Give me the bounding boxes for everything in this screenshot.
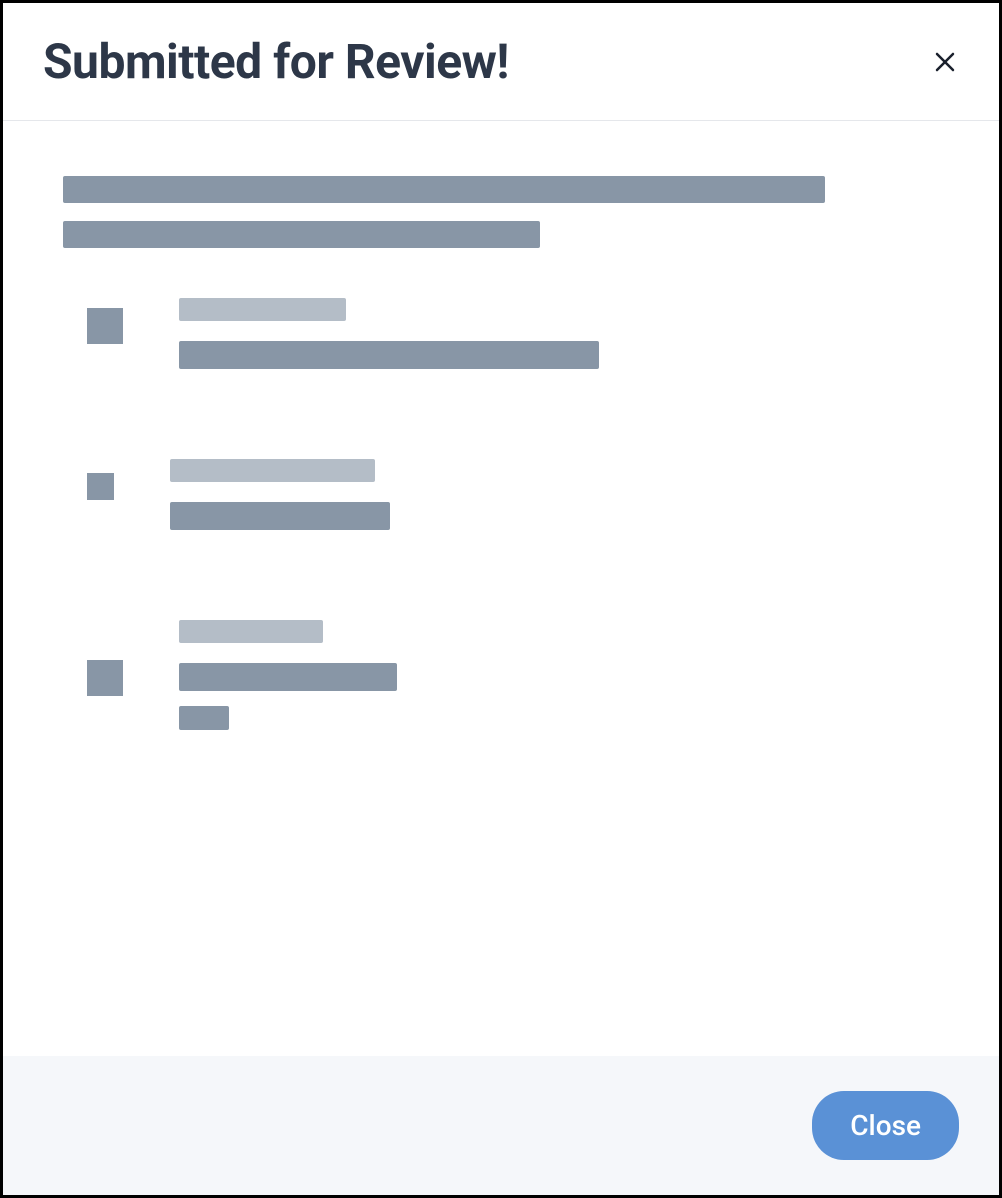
modal-body: [3, 121, 999, 1056]
list-item: [87, 620, 939, 750]
bullet-icon: [87, 660, 123, 696]
list-item-content: [170, 459, 390, 550]
skeleton-line: [170, 502, 390, 530]
list-items: [63, 298, 939, 750]
bullet-icon: [87, 308, 123, 344]
skeleton-line: [179, 341, 599, 369]
close-icon[interactable]: [931, 48, 959, 76]
modal-header: Submitted for Review!: [3, 3, 999, 121]
intro-text: [63, 176, 939, 248]
skeleton-line: [170, 459, 375, 482]
modal-title: Submitted for Review!: [43, 33, 509, 90]
bullet-icon: [87, 473, 114, 500]
modal-footer: Close: [3, 1056, 999, 1195]
close-button[interactable]: Close: [812, 1091, 959, 1160]
list-item: [87, 459, 939, 550]
skeleton-line: [179, 663, 397, 691]
skeleton-line: [179, 298, 346, 321]
skeleton-line: [179, 620, 323, 643]
list-item-content: [179, 298, 599, 389]
skeleton-line: [63, 221, 540, 248]
list-item-content: [179, 620, 397, 750]
skeleton-line: [179, 706, 229, 730]
list-item: [87, 298, 939, 389]
skeleton-line: [63, 176, 825, 203]
